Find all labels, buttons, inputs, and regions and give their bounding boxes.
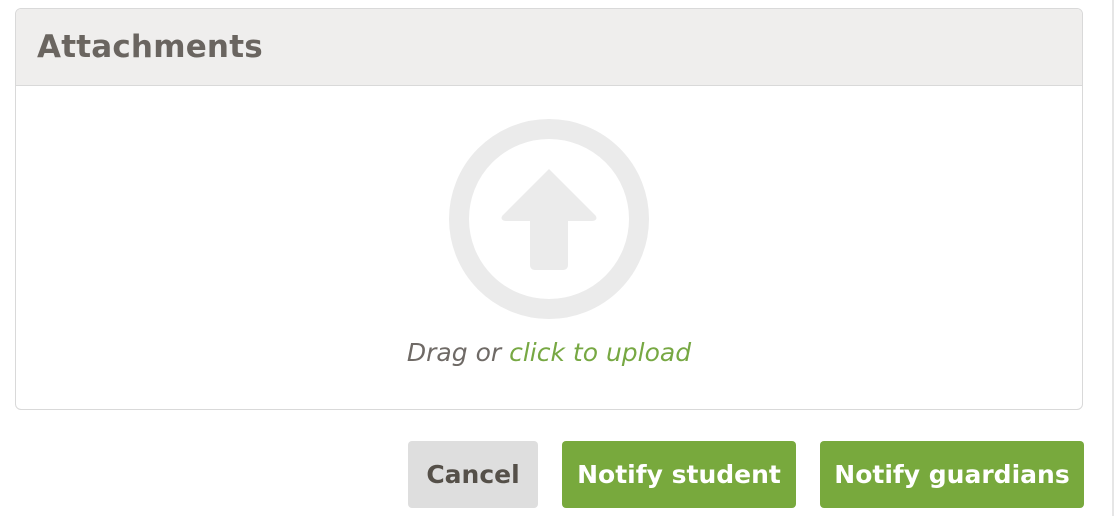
click-to-upload-link[interactable]: click to upload [509, 338, 691, 367]
drag-text: Drag or [406, 338, 510, 367]
upload-dropzone[interactable]: Drag or click to upload [16, 86, 1082, 408]
upload-arrow-circle-icon[interactable] [449, 119, 649, 319]
scrollbar-track [1112, 0, 1114, 516]
cancel-button[interactable]: Cancel [408, 441, 538, 508]
notify-guardians-button[interactable]: Notify guardians [820, 441, 1084, 508]
attachments-header: Attachments [16, 9, 1082, 86]
notify-student-button[interactable]: Notify student [562, 441, 796, 508]
page: Attachments Drag or click to upload Canc… [0, 0, 1116, 516]
attachments-title: Attachments [37, 29, 263, 65]
attachments-panel: Attachments Drag or click to upload [15, 8, 1083, 410]
dropzone-instructions: Drag or click to upload [16, 338, 1082, 367]
